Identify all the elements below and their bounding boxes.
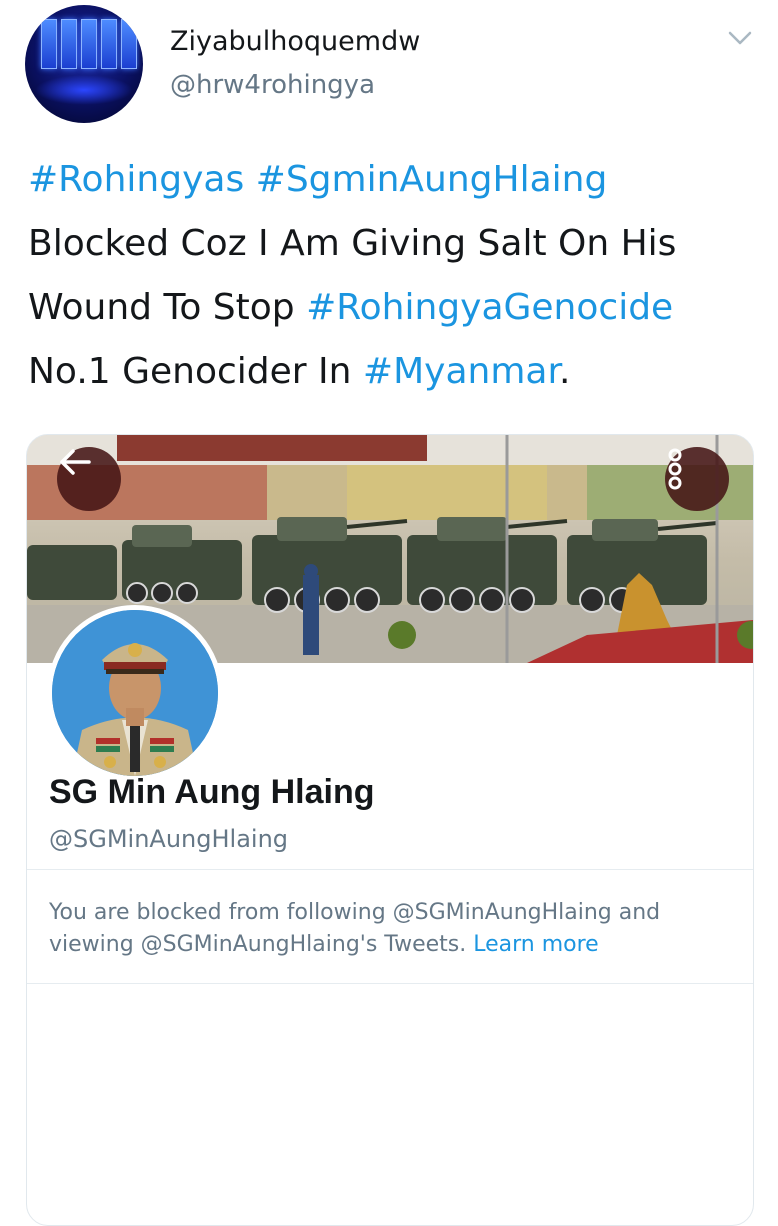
embedded-profile-screenshot[interactable]: SG Min Aung Hlaing @SGMinAungHlaing You … — [26, 434, 754, 1226]
avatar-screen-shape — [121, 19, 137, 69]
avatar-screen-shape — [61, 19, 77, 69]
tweet-line-3: Wound To Stop #RohingyaGenocide — [28, 276, 748, 340]
arrow-left-icon — [60, 449, 91, 475]
profile-portrait-illustration — [52, 610, 218, 776]
more-vertical-icon — [668, 448, 682, 490]
tweet-line-4: No.1 Genocider In #Myanmar. — [28, 340, 748, 404]
divider — [27, 983, 753, 984]
tweet-text-span: Wound To Stop — [28, 287, 307, 328]
profile-handle: @SGMinAungHlaing — [49, 825, 289, 853]
profile-display-name: SG Min Aung Hlaing — [49, 773, 375, 811]
hashtag-link[interactable]: #SgminAungHlaing — [256, 159, 608, 200]
hashtag-link[interactable]: #RohingyaGenocide — [306, 287, 673, 328]
blocked-notice-line-1: You are blocked from following @SGMinAun… — [49, 900, 661, 925]
blocked-notice: You are blocked from following @SGMinAun… — [49, 897, 729, 961]
divider — [27, 869, 753, 870]
author-handle[interactable]: @hrw4rohingya — [170, 70, 375, 100]
back-button[interactable] — [57, 447, 121, 511]
tweet-line-2: Blocked Coz I Am Giving Salt On His — [28, 223, 677, 264]
learn-more-link[interactable]: Learn more — [473, 932, 598, 957]
more-options-button[interactable] — [665, 447, 729, 511]
profile-avatar[interactable] — [47, 605, 223, 781]
hashtag-link[interactable]: #Rohingyas — [28, 159, 244, 200]
avatar-screen-shape — [41, 19, 57, 69]
tweet-line-1: #Rohingyas #SgminAungHlaing — [28, 148, 748, 212]
chevron-down-icon[interactable] — [727, 28, 753, 48]
hashtag-link[interactable]: #Myanmar — [363, 351, 559, 392]
avatar-screen-shape — [101, 19, 117, 69]
blocked-notice-text: viewing @SGMinAungHlaing's Tweets. — [49, 932, 474, 957]
tweet-text-span: . — [558, 351, 571, 392]
avatar-glow — [35, 75, 133, 105]
author-display-name[interactable]: Ziyabulhoquemdw — [170, 26, 420, 57]
tweet-text-span: No.1 Genocider In — [28, 351, 363, 392]
tweet-text: #Rohingyas #SgminAungHlaing Blocked Coz … — [28, 148, 748, 404]
author-avatar[interactable] — [25, 5, 143, 123]
blocked-notice-line-2: viewing @SGMinAungHlaing's Tweets. Learn… — [49, 929, 729, 961]
avatar-screen-shape — [81, 19, 97, 69]
